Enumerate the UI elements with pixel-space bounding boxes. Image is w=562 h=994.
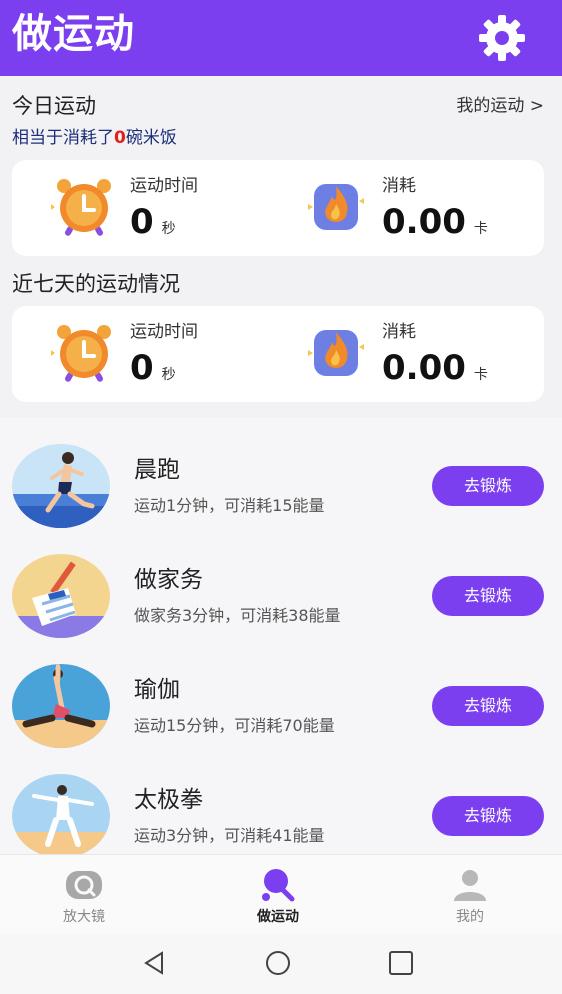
go-exercise-button[interactable]: 去锻炼 [432,576,544,616]
alarm-clock-icon [51,325,111,382]
today-burn-value: 0.00 卡 [382,202,488,242]
today-time-value: 0秒 [130,202,176,242]
rice-equivalent-suffix: 碗米饭 [125,128,177,148]
tab-label: 我的 [456,909,484,925]
back-triangle-icon[interactable] [140,948,170,978]
today-time-unit: 秒 [161,221,176,237]
week-time-unit: 秒 [161,367,176,383]
activity-name: 太极拳 [134,787,203,813]
list-item-morning-run[interactable]: 晨跑 运动1分钟，可消耗15能量 去锻炼 [0,444,562,554]
go-exercise-button[interactable]: 去锻炼 [432,466,544,506]
rice-equivalent-prefix: 相当于消耗了 [12,128,114,148]
magnifier-icon [66,871,102,899]
flame-icon [308,330,364,376]
list-item-housework[interactable]: 做家务 做家务3分钟，可消耗38能量 去锻炼 [0,554,562,664]
rice-count: 0 [114,128,126,148]
today-burn-label: 消耗 [382,176,416,196]
activity-desc: 运动1分钟，可消耗15能量 [134,496,325,515]
broom-illustration [12,554,110,638]
person-icon [454,870,486,901]
list-item-tai-chi[interactable]: 太极拳 运动3分钟，可消耗41能量 去锻炼 [0,774,562,854]
activity-name: 做家务 [134,567,203,593]
rice-equivalent-text: 相当于消耗了0碗米饭 [12,126,177,150]
tab-exercise[interactable]: 做运动 [218,855,338,935]
activity-desc: 运动3分钟，可消耗41能量 [134,826,325,845]
today-burn-stat: 消耗 0.00 卡 [280,160,530,256]
today-stats-card: 运动时间 0秒 消耗 0.00 卡 [12,160,544,256]
today-time-label: 运动时间 [130,176,198,196]
tab-magnifier[interactable]: 放大镜 [24,855,144,935]
app-header: 做运动 [0,0,562,76]
activity-name: 晨跑 [134,457,180,483]
recents-square-icon[interactable] [386,948,416,978]
week-time-value: 0秒 [130,348,176,388]
ping-pong-icon [262,869,295,902]
activity-name: 瑜伽 [134,677,180,703]
tab-label: 放大镜 [63,909,105,925]
page-title: 做运动 [12,11,135,57]
gear-icon[interactable] [476,12,528,64]
list-item-yoga[interactable]: 瑜伽 运动15分钟，可消耗70能量 去锻炼 [0,664,562,774]
home-circle-icon[interactable] [263,948,293,978]
week-section-title: 近七天的运动情况 [12,272,180,296]
alarm-clock-icon [51,179,111,236]
today-time-stat: 运动时间 0秒 [28,160,278,256]
activity-list: 晨跑 运动1分钟，可消耗15能量 去锻炼 做家务 做家务3分钟，可消耗38能量 … [0,418,562,854]
running-illustration [12,444,110,528]
flame-icon [308,184,364,230]
bottom-tab-bar: 放大镜 做运动 我的 [0,854,562,934]
system-nav-bar [0,934,562,994]
my-exercise-link[interactable]: 我的运动 > [456,94,544,118]
activity-desc: 做家务3分钟，可消耗38能量 [134,606,341,625]
week-burn-value: 0.00 卡 [382,348,488,388]
tab-label: 做运动 [257,909,299,925]
week-time-stat: 运动时间 0秒 [28,306,278,402]
week-burn-stat: 消耗 0.00 卡 [280,306,530,402]
week-time-label: 运动时间 [130,322,198,342]
week-burn-label: 消耗 [382,322,416,342]
week-stats-card: 运动时间 0秒 消耗 0.00 卡 [12,306,544,402]
go-exercise-button[interactable]: 去锻炼 [432,796,544,836]
today-section-title: 今日运动 [12,94,96,118]
today-burn-unit: 卡 [473,221,488,237]
go-exercise-button[interactable]: 去锻炼 [432,686,544,726]
yoga-illustration [12,664,110,748]
activity-desc: 运动15分钟，可消耗70能量 [134,716,335,735]
tab-mine[interactable]: 我的 [410,855,530,935]
tai-chi-illustration [12,774,110,854]
week-burn-unit: 卡 [473,367,488,383]
